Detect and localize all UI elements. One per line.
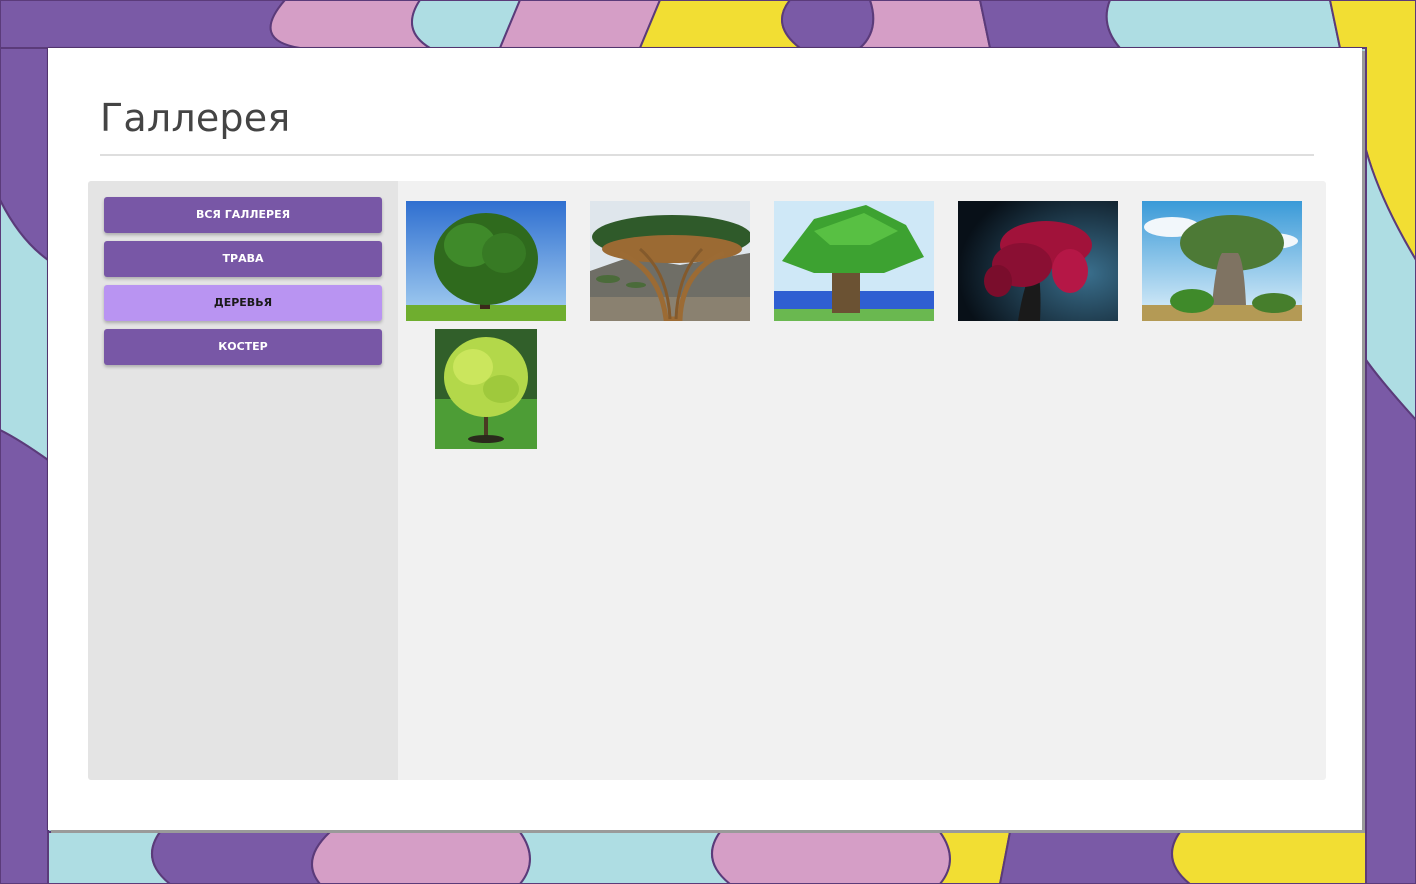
gallery-image-tree-meadow[interactable] (406, 201, 566, 321)
page-title: Галлерея (100, 96, 291, 140)
category-trees-button[interactable]: ДЕРЕВЬЯ (104, 285, 382, 321)
category-grass-button[interactable]: ТРАВА (104, 241, 382, 277)
gallery-card: Галлерея ВСЯ ГАЛЛЕРЕЯ ТРАВА ДЕРЕВЬЯ КОСТ… (48, 48, 1362, 830)
category-bonfire-button[interactable]: КОСТЕР (104, 329, 382, 365)
title-divider (100, 154, 1314, 156)
category-all-gallery-button[interactable]: ВСЯ ГАЛЛЕРЕЯ (104, 197, 382, 233)
category-sidebar: ВСЯ ГАЛЛЕРЕЯ ТРАВА ДЕРЕВЬЯ КОСТЕР (88, 181, 398, 780)
gallery-grid (398, 181, 1326, 780)
gallery-image-dragon-tree[interactable] (590, 201, 750, 321)
gallery-image-baobab-tree[interactable] (1142, 201, 1302, 321)
gallery-image-yellow-bush[interactable] (435, 329, 537, 449)
gallery-image-red-night-tree[interactable] (958, 201, 1118, 321)
gallery-image-blocky-tree[interactable] (774, 201, 934, 321)
